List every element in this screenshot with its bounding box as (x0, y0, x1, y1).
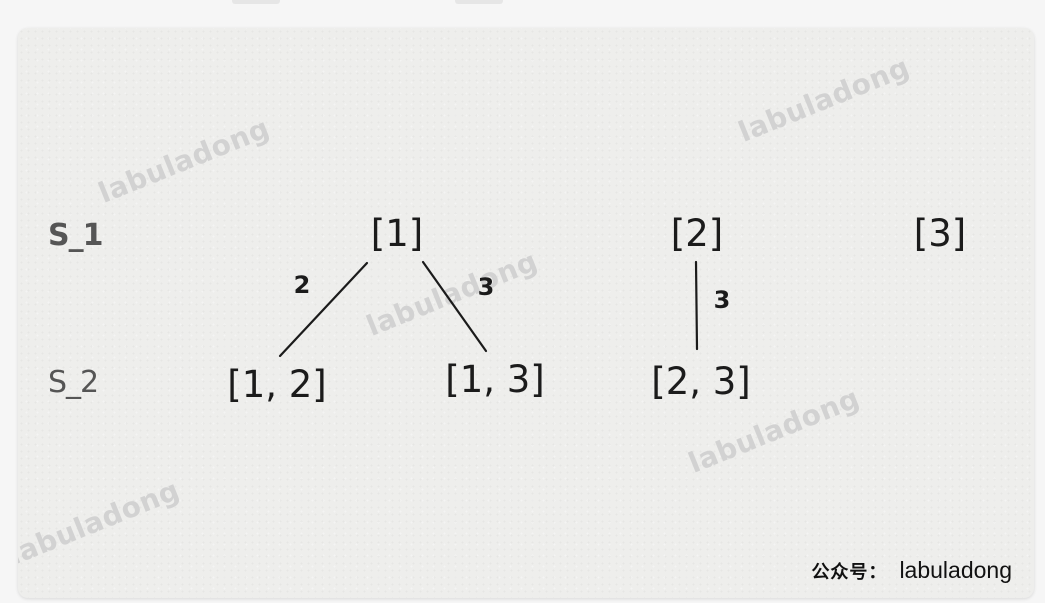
node-1-3: [1, 3] (445, 358, 545, 401)
credit: 公众号： labuladong (811, 557, 1012, 584)
edge-label-3-left: 3 (477, 273, 495, 301)
node-1-2: [1, 2] (227, 363, 327, 406)
edge-1-to-13 (421, 260, 488, 353)
credit-name: labuladong (899, 557, 1012, 583)
node-2-3: [2, 3] (651, 360, 751, 403)
node-2: [2] (670, 212, 724, 255)
level-label-s1: S_1 (48, 218, 103, 253)
credit-prefix: 公众号： (811, 562, 888, 583)
diagram-card: labuladong labuladong labuladong labulad… (18, 28, 1034, 598)
node-1: [1] (370, 212, 424, 255)
edge-label-2: 2 (293, 271, 311, 299)
node-3: [3] (913, 212, 967, 255)
top-tab-right (455, 0, 503, 4)
edge-2-to-23 (694, 260, 699, 351)
edge-layer (278, 260, 699, 358)
level-label-s2: S_2 (48, 365, 99, 400)
edge-label-3-right: 3 (713, 286, 731, 314)
top-tab-left (232, 0, 280, 4)
